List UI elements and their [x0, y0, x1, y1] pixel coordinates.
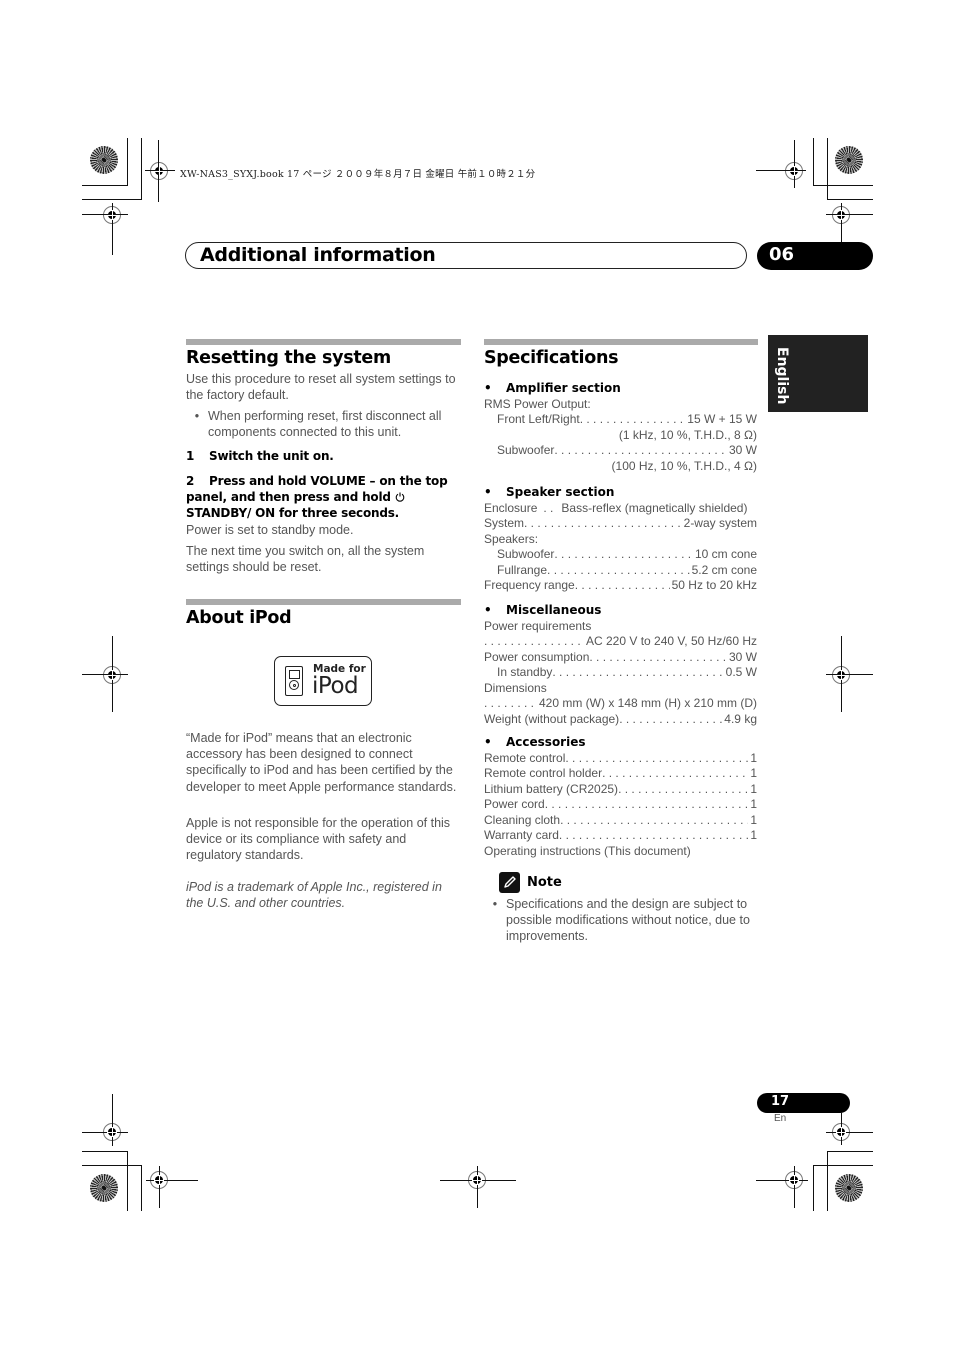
color-target-icon — [90, 146, 118, 174]
page-language: En — [774, 1113, 787, 1124]
accessory-row: Remote control1 — [484, 751, 757, 767]
spec-misc: •Miscellaneous Power requirements AC 220… — [484, 595, 757, 727]
ipod-para-2: Apple is not responsible for the operati… — [186, 816, 451, 863]
spec-row: Front Left/Right15 W + 15 W — [484, 412, 757, 428]
spec-subheading: • Speaker section — [484, 485, 615, 499]
chapter-title: Additional information — [200, 244, 436, 266]
spec-row: Subwoofer30 W — [484, 443, 757, 459]
spec-subheading: • Miscellaneous — [484, 603, 602, 617]
spec-row: Power consumption30 W — [484, 650, 757, 666]
note-label: Note — [527, 875, 562, 890]
power-icon — [395, 490, 405, 502]
spec-amplifier: • Amplifier section RMS Power Output: Fro… — [484, 373, 757, 474]
step-1: 1 Switch the unit on. — [186, 449, 334, 463]
accessory-row: Warranty card1 — [484, 828, 757, 844]
accessory-row: Cleaning cloth1 — [484, 813, 757, 829]
section-title: Specifications — [484, 348, 619, 368]
reset-intro: Use this procedure to reset all system s… — [186, 372, 456, 403]
bullet-icon: • — [492, 897, 498, 911]
accessory-row: Lithium battery (CR2025)1 — [484, 782, 757, 798]
spec-row: Frequency range50 Hz to 20 kHz — [484, 578, 757, 594]
spec-row: AC 220 V to 240 V, 50 Hz/60 Hz — [484, 634, 757, 650]
spec-row: Fullrange5.2 cm cone — [484, 563, 757, 579]
spec-row: Subwoofer10 cm cone — [484, 547, 757, 563]
step-2: 2 Press and hold VOLUME – on the top pane… — [186, 474, 448, 521]
section-rule — [186, 599, 461, 605]
ipod-para-1: “Made for iPod” means that an electronic… — [186, 731, 457, 794]
spec-row: Weight (without package)4.9 kg — [484, 712, 757, 728]
spec-accessories: •Accessories Remote control1 Remote cont… — [484, 727, 757, 859]
spec-row: System2-way system — [484, 516, 757, 532]
color-target-icon — [90, 1174, 118, 1202]
ipod-icon — [285, 666, 303, 696]
pencil-note-icon — [499, 872, 520, 893]
bullet-icon: • — [194, 409, 200, 423]
reset-bullet: • When performing reset, first disconnec… — [186, 408, 462, 440]
accessory-row: Remote control holder1 — [484, 766, 757, 782]
section-title: Resetting the system — [186, 348, 391, 368]
section-rule — [484, 339, 758, 345]
language-tab-label: English — [774, 347, 790, 405]
made-for-ipod-badge: Made for iPod — [274, 656, 372, 706]
reset-result: Power is set to standby mode. — [186, 523, 354, 537]
spec-speaker: • Speaker section Enclosure. . Bass-reflex… — [484, 477, 757, 594]
section-rule — [186, 339, 461, 345]
note-bullet: • Specifications and the design are subj… — [484, 896, 758, 945]
chapter-number: 06 — [769, 244, 795, 265]
spec-row: 420 mm (W) x 148 mm (H) x 210 mm (D) — [484, 696, 757, 712]
spec-row: Enclosure. . Bass-reflex (magnetically sh… — [484, 500, 748, 515]
page-number: 17 — [771, 1094, 790, 1109]
print-slug: XW-NAS3_SYXJ.book 17 ページ ２００９年８月７日 金曜日 午… — [180, 169, 536, 180]
section-title: About iPod — [186, 608, 292, 628]
ipod-trademark: iPod is a trademark of Apple Inc., regis… — [186, 880, 442, 911]
spec-row: In standby0.5 W — [484, 665, 757, 681]
reset-next-time: The next time you switch on, all the sys… — [186, 544, 425, 575]
registration-mark-icon — [150, 162, 168, 180]
color-target-icon — [835, 146, 863, 174]
accessory-row: Power cord1 — [484, 797, 757, 813]
spec-subheading: • Accessories — [484, 735, 586, 749]
spec-subheading: • Amplifier section — [484, 381, 621, 395]
color-target-icon — [835, 1174, 863, 1202]
